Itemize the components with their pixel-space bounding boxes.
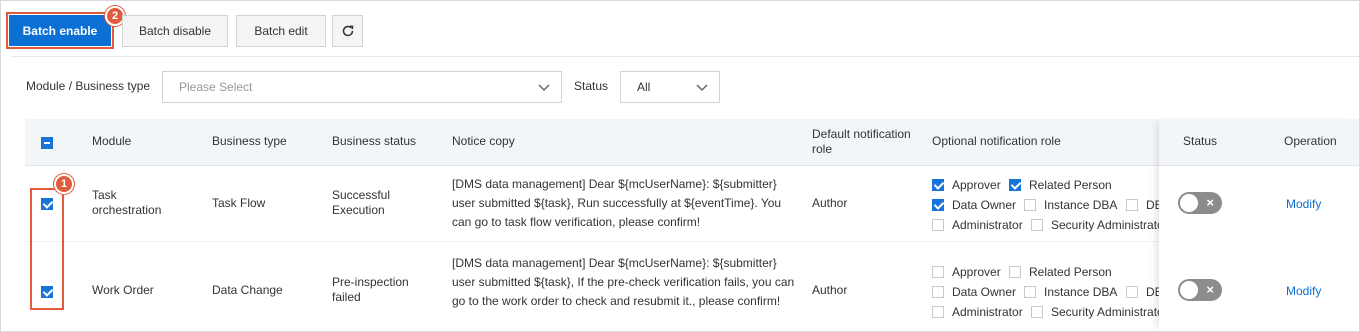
column-notice-copy: Notice copy <box>452 134 515 148</box>
role-approver-label: Approver <box>952 178 1001 192</box>
role-data-owner-label: Data Owner <box>952 285 1017 299</box>
row-module: Task orchestration <box>92 188 162 217</box>
column-operation: Operation <box>1284 134 1337 148</box>
chevron-down-icon <box>696 84 708 92</box>
fixed-right-columns: Status Operation × Modify × Modify <box>1159 119 1359 331</box>
fixed-right-header: Status Operation <box>1159 119 1359 166</box>
row-business-type: Task Flow <box>212 196 266 210</box>
notification-settings-panel: Batch enable 2 Batch disable Batch edit … <box>0 0 1360 332</box>
role-data-owner-checkbox[interactable] <box>932 286 944 298</box>
modify-link-row-1[interactable]: Modify <box>1286 197 1321 212</box>
batch-disable-button[interactable]: Batch disable <box>122 15 228 47</box>
toggle-knob <box>1180 194 1198 212</box>
role-administrator-checkbox[interactable] <box>932 306 944 318</box>
toggle-off-icon: × <box>1206 195 1214 210</box>
column-default-notification-role: Default notification role <box>812 127 911 156</box>
batch-enable-button[interactable]: Batch enable <box>9 15 111 46</box>
batch-edit-button[interactable]: Batch edit <box>236 15 326 47</box>
step-badge-1: 1 <box>54 174 74 194</box>
status-toggle-row-1[interactable]: × <box>1178 192 1222 214</box>
role-related-person-checkbox[interactable] <box>1009 266 1021 278</box>
role-approver-checkbox[interactable] <box>932 179 944 191</box>
role-related-person-checkbox[interactable] <box>1009 179 1021 191</box>
column-status: Status <box>1183 134 1218 148</box>
refresh-button[interactable] <box>332 15 363 47</box>
role-instance-dba-label: Instance DBA <box>1044 285 1118 299</box>
status-filter-select[interactable]: All <box>620 71 720 103</box>
row-notice-copy: [DMS data management] Dear ${mcUserName}… <box>452 177 782 229</box>
toggle-off-icon: × <box>1206 282 1214 297</box>
toggle-knob <box>1180 281 1198 299</box>
role-data-owner-label: Data Owner <box>952 198 1017 212</box>
role-dba-checkbox[interactable] <box>1126 199 1138 211</box>
status-filter-label: Status <box>574 79 609 93</box>
toolbar-divider <box>11 56 1359 57</box>
row-selection-highlight <box>30 188 64 310</box>
row-notice-copy: [DMS data management] Dear ${mcUserName}… <box>452 256 795 308</box>
row-default-role: Author <box>812 283 848 297</box>
role-dba-checkbox[interactable] <box>1126 286 1138 298</box>
column-optional-notification-role: Optional notification role <box>932 134 1061 148</box>
role-security-admin-label: Security Administrator <box>1051 305 1161 319</box>
modify-link-row-2[interactable]: Modify <box>1286 284 1321 299</box>
refresh-icon <box>342 25 353 37</box>
row-module: Work Order <box>92 283 154 297</box>
role-related-person-label: Related Person <box>1029 178 1112 192</box>
role-approver-checkbox[interactable] <box>932 266 944 278</box>
row-business-status: Pre-inspection failed <box>332 275 409 304</box>
module-select-placeholder: Please Select <box>179 80 253 94</box>
role-instance-dba-label: Instance DBA <box>1044 198 1118 212</box>
role-approver-label: Approver <box>952 265 1001 279</box>
role-data-owner-checkbox[interactable] <box>932 199 944 211</box>
optional-roles-row-1: Approver Related Person Data Owner Insta… <box>931 175 1161 237</box>
role-security-admin-checkbox[interactable] <box>1031 219 1043 231</box>
row-business-type: Data Change <box>212 283 283 297</box>
module-business-type-label: Module / Business type <box>26 79 151 93</box>
role-related-person-label: Related Person <box>1029 265 1112 279</box>
row-default-role: Author <box>812 196 848 210</box>
chevron-down-icon <box>538 84 550 92</box>
role-administrator-checkbox[interactable] <box>932 219 944 231</box>
column-business-status: Business status <box>332 134 417 148</box>
role-administrator-label: Administrator <box>952 305 1023 319</box>
select-all-checkbox[interactable] <box>41 137 53 149</box>
status-filter-value: All <box>637 80 651 94</box>
module-business-type-select[interactable]: Please Select <box>162 71 562 103</box>
optional-roles-row-2: Approver Related Person Data Owner Insta… <box>931 262 1161 324</box>
role-security-admin-label: Security Administrator <box>1051 218 1161 232</box>
role-instance-dba-checkbox[interactable] <box>1024 286 1036 298</box>
row-business-status: Successful Execution <box>332 188 391 217</box>
role-administrator-label: Administrator <box>952 218 1023 232</box>
status-toggle-row-2[interactable]: × <box>1178 279 1222 301</box>
role-instance-dba-checkbox[interactable] <box>1024 199 1036 211</box>
column-module: Module <box>92 134 132 148</box>
column-business-type: Business type <box>212 134 287 148</box>
role-security-admin-checkbox[interactable] <box>1031 306 1043 318</box>
